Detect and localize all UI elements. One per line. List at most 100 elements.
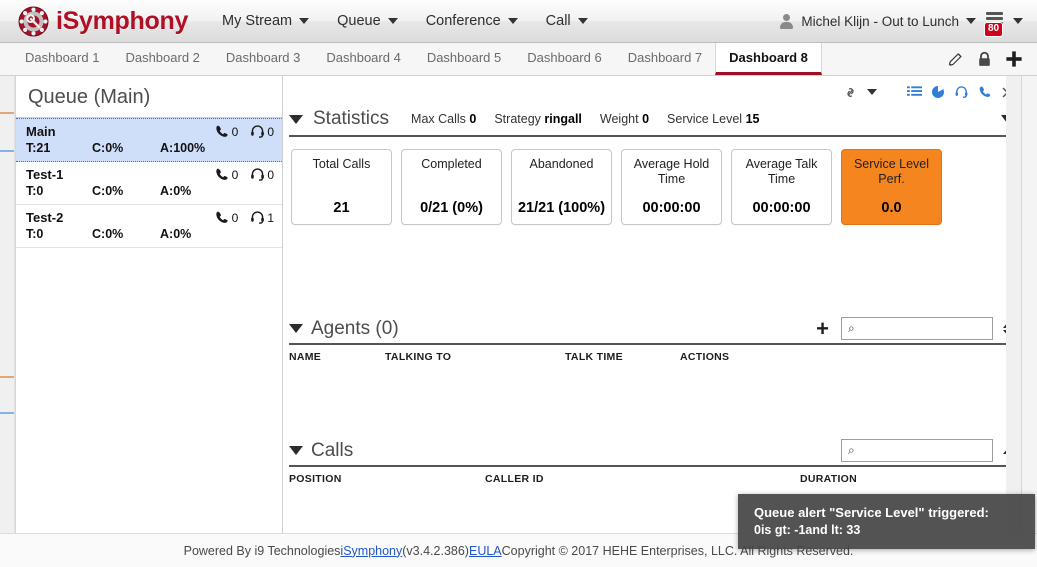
refresh-pie-icon[interactable] (931, 85, 945, 99)
queue-row-counts: 0 0 (215, 167, 274, 182)
queue-row-name: Main (26, 124, 56, 139)
stat-card-value: 0/21 (0%) (420, 200, 483, 216)
agents-title: Agents (0) (311, 317, 399, 339)
queue-abandoned: A:0% (160, 227, 192, 241)
menu-conference[interactable]: Conference (414, 7, 530, 35)
queue-row-name: Test-2 (26, 210, 64, 225)
queue-row-name: Test-1 (26, 167, 64, 182)
queue-row-test-1[interactable]: Test-1 0 0 T:0 C:0% A:0% (16, 162, 282, 205)
agents-col-name: NAME (289, 351, 322, 363)
chevron-down-icon[interactable] (867, 89, 877, 95)
agents-col-actions: ACTIONS (680, 351, 730, 363)
tab-dashboard-2[interactable]: Dashboard 2 (112, 43, 212, 75)
stat-card-abandoned: Abandoned 21/21 (100%) (511, 149, 612, 225)
collapse-toggle-agents[interactable] (289, 324, 303, 333)
queue-row-main[interactable]: Main 0 0 T:21 C:0% A:100% (16, 118, 282, 162)
queue-row-test-2[interactable]: Test-2 0 1 T:0 C:0% A:0% (16, 205, 282, 248)
tab-dashboard-7[interactable]: Dashboard 7 (615, 43, 715, 75)
queue-agents-count: 0 (250, 167, 274, 182)
headset-icon (251, 125, 265, 138)
chevron-down-icon (577, 18, 588, 24)
stat-card-service-level-perf: Service Level Perf. 0.0 (841, 149, 942, 225)
tab-dashboard-1[interactable]: Dashboard 1 (12, 43, 112, 75)
queue-total: T:0 (26, 227, 44, 241)
dashboard-tab-bar: Dashboard 1 Dashboard 2 Dashboard 3 Dash… (0, 43, 1037, 76)
chevron-down-icon (299, 18, 310, 24)
calls-table-header: POSITION CALLER ID DURATION (283, 467, 1021, 485)
statistics-inline-metrics: Max Calls 0 Strategy ringall Weight 0 Se… (411, 112, 759, 126)
chevron-down-icon (507, 18, 518, 24)
brand-logo[interactable]: iSymphony (18, 6, 188, 37)
search-icon: ⌕ (848, 443, 855, 457)
pencil-edit-icon[interactable] (947, 51, 964, 68)
menu-queue-label: Queue (337, 13, 381, 29)
agents-search-box[interactable]: ⌕ (841, 317, 993, 340)
stat-card-total-calls: Total Calls 21 (291, 149, 392, 225)
lock-icon[interactable] (977, 51, 992, 68)
queue-abandoned: A:0% (160, 184, 192, 198)
queue-total: T:21 (26, 141, 51, 155)
calls-search-input[interactable] (859, 442, 986, 459)
statistics-cards: Total Calls 21 Completed 0/21 (0%) Aband… (283, 137, 1021, 225)
agents-col-talking-to: TALKING TO (385, 351, 452, 363)
stat-card-label: Total Calls (312, 157, 371, 171)
footer-link-isymphony[interactable]: iSymphony (340, 544, 402, 558)
stat-card-value: 00:00:00 (752, 200, 811, 216)
left-scroll-gutter[interactable] (0, 76, 15, 533)
tab-dashboard-3[interactable]: Dashboard 3 (213, 43, 313, 75)
agents-section: Agents (0) + ⌕ NAME TALKING TO TALK TIME… (283, 317, 1021, 403)
application-frame: iSymphony My Stream Queue Conference Cal… (0, 0, 1037, 567)
queue-completed: C:0% (92, 141, 124, 155)
metric-weight: Weight 0 (599, 112, 650, 126)
alert-toast[interactable]: Queue alert "Service Level" triggered: 0… (738, 494, 1035, 549)
agents-section-header: Agents (0) + ⌕ (283, 317, 1021, 340)
menu-queue[interactable]: Queue (325, 7, 410, 35)
collapse-toggle-calls[interactable] (289, 446, 303, 455)
chevron-down-icon[interactable] (1013, 18, 1023, 24)
collapse-toggle-statistics[interactable] (289, 114, 303, 124)
phone-handset-icon (215, 125, 228, 137)
agents-search-input[interactable] (859, 320, 986, 337)
phone-handset-icon[interactable] (978, 85, 993, 99)
right-scroll-gutter[interactable] (1006, 76, 1021, 533)
link-chain-icon[interactable] (843, 86, 858, 99)
stat-card-value: 0.0 (881, 200, 902, 216)
toast-title: Queue alert "Service Level" triggered: (754, 505, 989, 520)
headset-icon[interactable] (954, 85, 969, 99)
menu-conference-label: Conference (425, 13, 501, 29)
stat-card-label: Average Hold Time (633, 157, 710, 186)
user-status-menu[interactable]: Michel Klijn - Out to Lunch (779, 13, 976, 29)
calls-search-box[interactable]: ⌕ (841, 439, 993, 462)
tab-dashboard-6[interactable]: Dashboard 6 (514, 43, 614, 75)
footer-prefix: Powered By i9 Technologies (183, 543, 341, 558)
calls-title: Calls (311, 439, 354, 461)
menu-my-stream[interactable]: My Stream (210, 7, 321, 35)
tab-dashboard-4[interactable]: Dashboard 4 (313, 43, 413, 75)
stat-card-label: Abandoned (529, 157, 594, 171)
rotary-phone-dial-icon (18, 6, 49, 37)
list-view-icon[interactable] (907, 85, 922, 99)
calls-col-position: POSITION (289, 473, 342, 485)
stat-card-label: Service Level Perf. (853, 157, 930, 186)
plus-add-icon[interactable] (1005, 50, 1023, 68)
queue-agents-value: 0 (267, 124, 274, 139)
menu-call[interactable]: Call (534, 7, 600, 35)
queue-notifications-button[interactable]: 80 (984, 12, 1004, 37)
add-agent-button[interactable]: + (812, 317, 833, 339)
tab-dashboard-8[interactable]: Dashboard 8 (715, 43, 822, 75)
calls-col-caller-id: CALLER ID (485, 473, 544, 485)
stat-card-value: 00:00:00 (642, 200, 701, 216)
user-status-label: Michel Klijn - Out to Lunch (801, 13, 959, 29)
footer-link-eula[interactable]: EULA (469, 544, 502, 558)
tab-dashboard-5[interactable]: Dashboard 5 (414, 43, 514, 75)
agents-table-body (283, 363, 1021, 403)
queue-agents-count: 0 (250, 124, 274, 139)
stat-card-average-hold-time: Average Hold Time 00:00:00 (621, 149, 722, 225)
dashboard-panel: Queue (Main) Main 0 0 T:21 C:0% A:100% T… (15, 76, 1022, 533)
metric-max-calls: Max Calls 0 (411, 112, 477, 126)
queue-calls-count: 0 (215, 124, 238, 139)
queue-row-counts: 0 1 (215, 210, 274, 225)
queue-agents-value: 0 (267, 167, 274, 182)
stat-card-value: 21 (333, 200, 350, 216)
user-avatar-icon (779, 13, 794, 29)
